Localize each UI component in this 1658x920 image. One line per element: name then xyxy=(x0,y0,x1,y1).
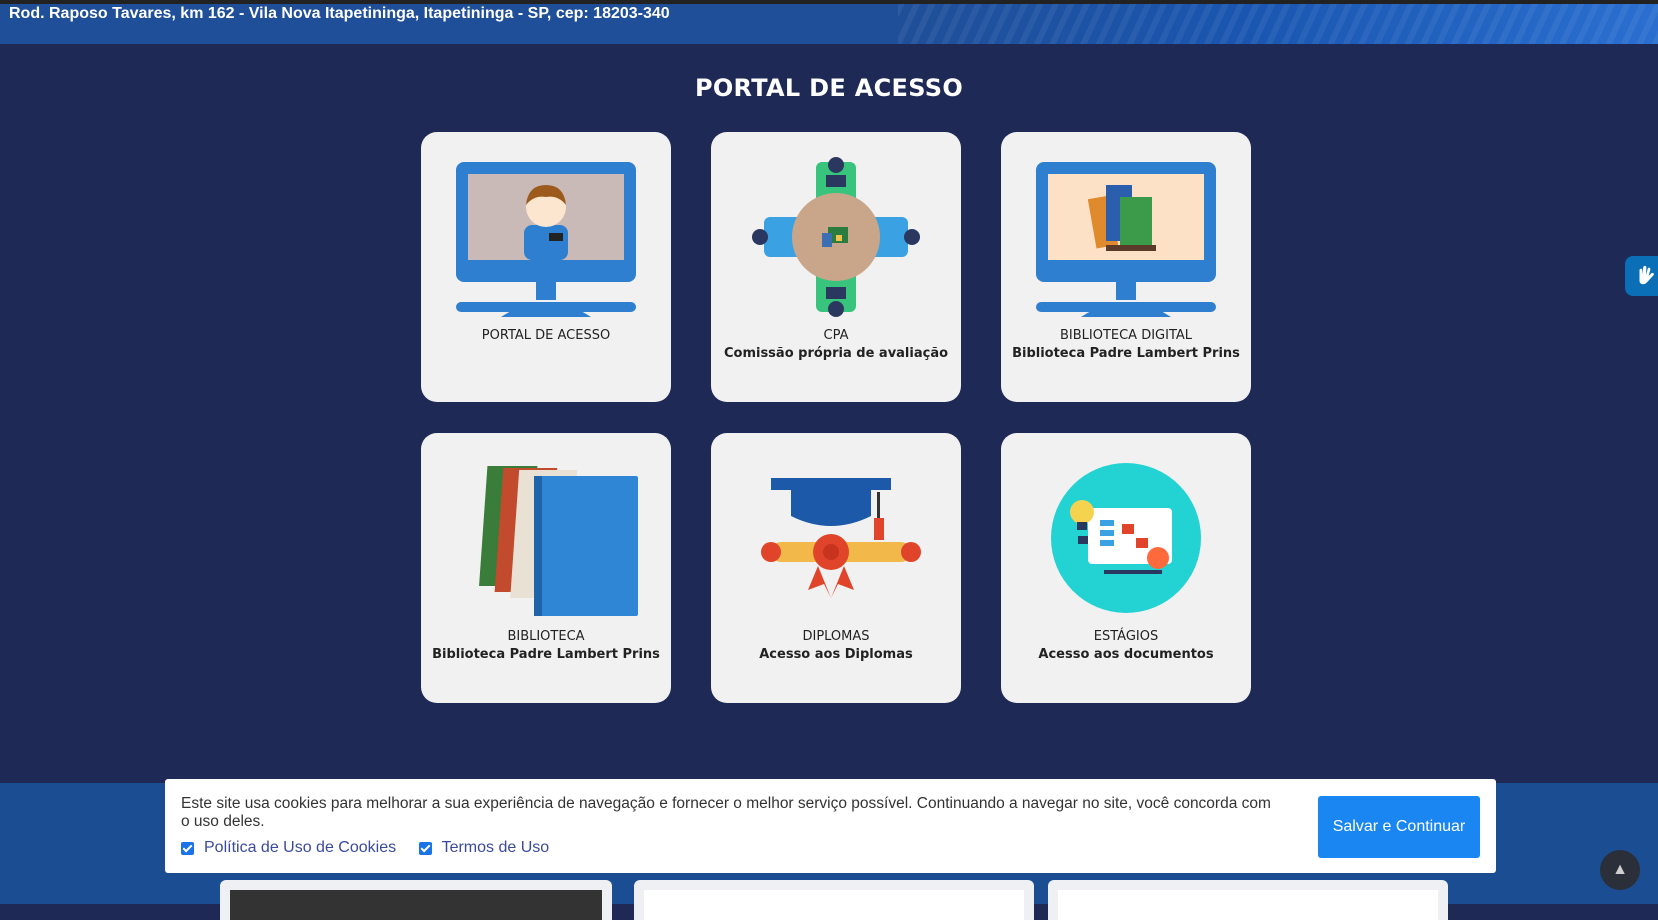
address-text: Rod. Raposo Tavares, km 162 - Vila Nova … xyxy=(9,5,670,22)
header-wave-pattern xyxy=(898,4,1658,44)
card-caption: BIBLIOTECA DIGITAL Biblioteca Padre Lamb… xyxy=(1011,327,1241,363)
hand-sign-language-icon xyxy=(1639,265,1654,285)
card-title: BIBLIOTECA xyxy=(507,629,585,644)
card-caption: ESTÁGIOS Acesso aos documentos xyxy=(1011,628,1241,664)
monitor-books-icon xyxy=(1036,162,1216,317)
portal-cards-grid: PORTAL DE ACESSO CPA Comissão própria de… xyxy=(421,132,1251,704)
presentation-board-icon xyxy=(1051,463,1201,613)
back-to-top-button[interactable]: ▲ xyxy=(1600,850,1640,890)
footer-tile-right[interactable] xyxy=(1048,880,1448,920)
card-diplomas[interactable]: DIPLOMAS Acesso aos Diplomas xyxy=(711,433,961,703)
card-subtitle: Biblioteca Padre Lambert Prins xyxy=(432,647,660,662)
footer-tile-video[interactable] xyxy=(220,880,612,920)
terms-checkbox[interactable] xyxy=(418,841,432,855)
cookie-message: Este site usa cookies para melhorar a su… xyxy=(181,795,1271,830)
card-title: DIPLOMAS xyxy=(802,629,870,644)
card-title: PORTAL DE ACESSO xyxy=(481,328,611,343)
page-title: PORTAL DE ACESSO xyxy=(694,74,964,102)
meeting-table-icon xyxy=(752,157,920,317)
card-caption: PORTAL DE ACESSO xyxy=(431,327,661,345)
cookie-policy-option[interactable]: Política de Uso de Cookies xyxy=(181,839,396,857)
graduation-cap-diploma-icon xyxy=(761,478,921,598)
cookie-options: Política de Uso de Cookies Termos de Uso xyxy=(181,839,567,860)
card-estagios[interactable]: ESTÁGIOS Acesso aos documentos xyxy=(1001,433,1251,703)
books-icon xyxy=(479,466,638,616)
card-cpa[interactable]: CPA Comissão própria de avaliação xyxy=(711,132,961,402)
card-subtitle: Acesso aos Diplomas xyxy=(759,647,913,662)
cookie-policy-checkbox[interactable] xyxy=(181,841,194,855)
card-caption: CPA Comissão própria de avaliação xyxy=(721,327,951,363)
card-portal-de-acesso[interactable]: PORTAL DE ACESSO xyxy=(421,132,671,402)
card-subtitle: Biblioteca Padre Lambert Prins xyxy=(1012,346,1240,361)
tile-inner xyxy=(1058,890,1438,920)
save-continue-button[interactable]: Salvar e Continuar xyxy=(1318,796,1480,858)
card-caption: BIBLIOTECA Biblioteca Padre Lambert Prin… xyxy=(431,628,661,664)
cookie-policy-label[interactable]: Política de Uso de Cookies xyxy=(204,839,396,857)
card-caption: DIPLOMAS Acesso aos Diplomas xyxy=(721,628,951,664)
card-title: CPA xyxy=(823,328,849,343)
terms-option[interactable]: Termos de Uso xyxy=(418,839,550,857)
monitor-student-icon xyxy=(456,162,636,317)
cookie-banner: Este site usa cookies para melhorar a su… xyxy=(165,779,1496,873)
top-address-bar: Rod. Raposo Tavares, km 162 - Vila Nova … xyxy=(0,0,1658,44)
card-biblioteca[interactable]: BIBLIOTECA Biblioteca Padre Lambert Prin… xyxy=(421,433,671,703)
accessibility-button[interactable] xyxy=(1625,256,1658,296)
card-title: BIBLIOTECA DIGITAL xyxy=(1059,328,1193,343)
card-title: ESTÁGIOS xyxy=(1093,629,1159,644)
footer-tile-middle[interactable] xyxy=(634,880,1034,920)
card-subtitle: Acesso aos documentos xyxy=(1038,647,1214,662)
tile-inner xyxy=(230,890,602,920)
up-arrow-icon: ▲ xyxy=(1612,861,1628,878)
terms-label[interactable]: Termos de Uso xyxy=(442,839,550,857)
card-subtitle: Comissão própria de avaliação xyxy=(723,346,949,361)
card-biblioteca-digital[interactable]: BIBLIOTECA DIGITAL Biblioteca Padre Lamb… xyxy=(1001,132,1251,402)
tile-inner xyxy=(644,890,1024,920)
